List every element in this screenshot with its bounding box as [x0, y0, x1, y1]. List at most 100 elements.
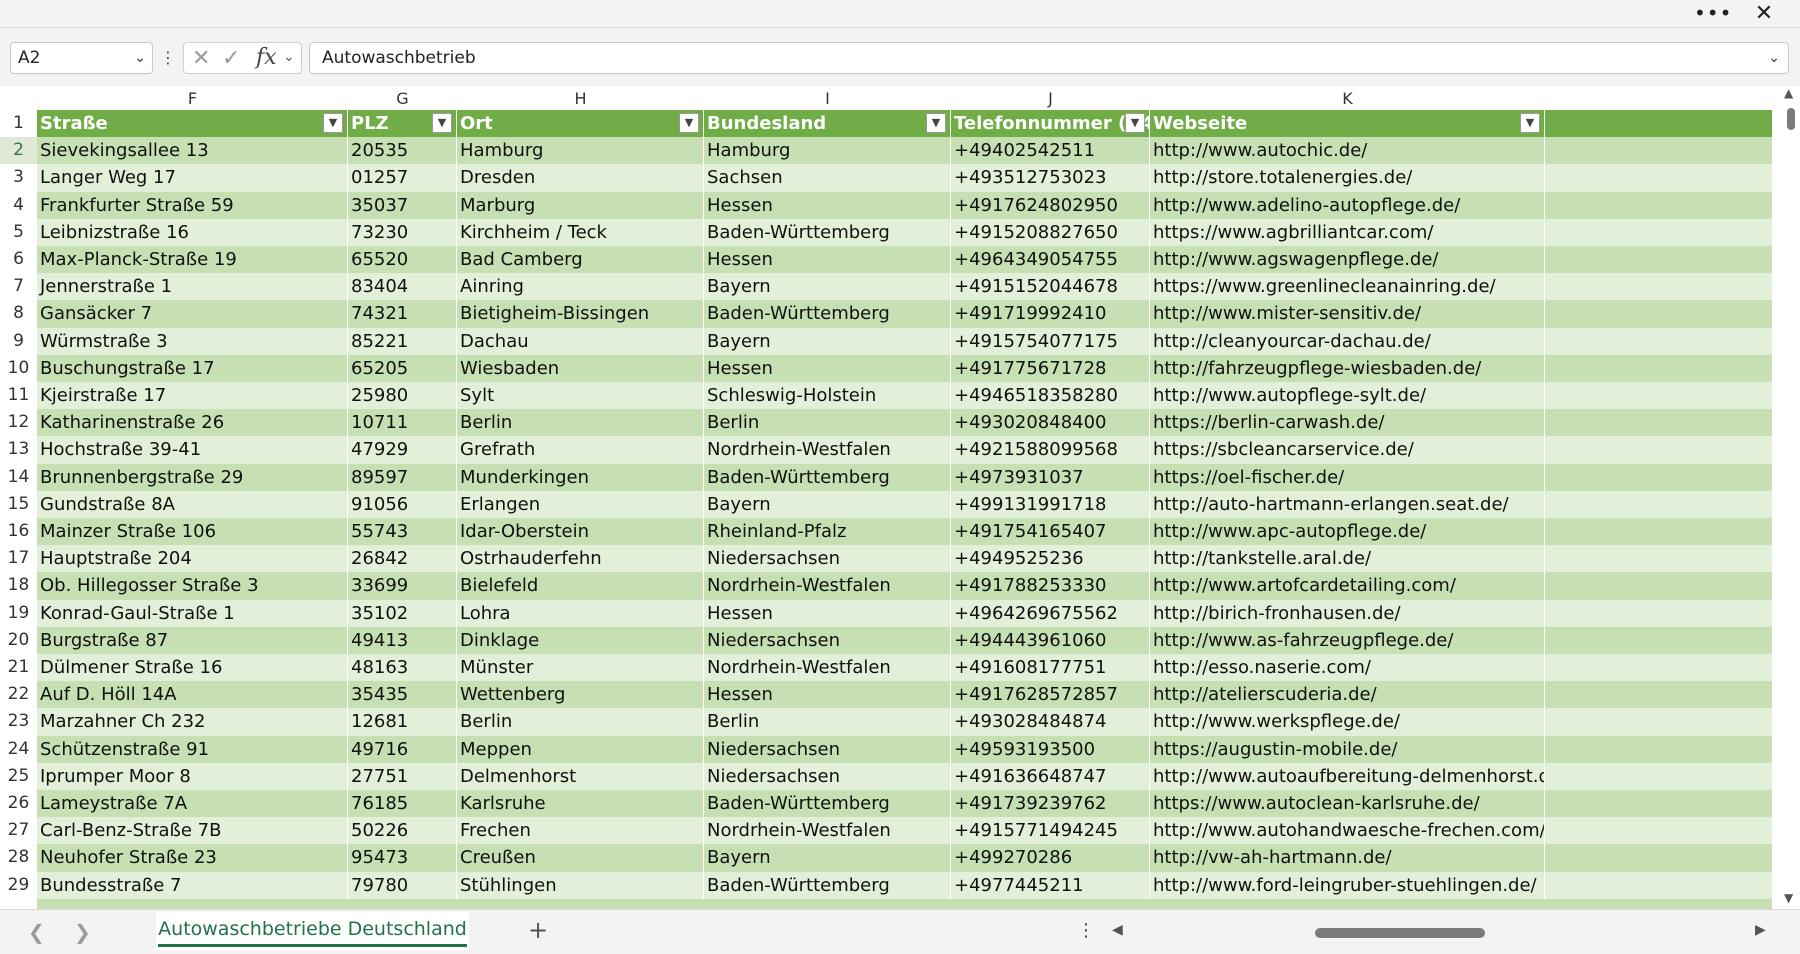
table-cell[interactable]: Marburg [457, 191, 704, 219]
table-cell[interactable]: 35435 [348, 681, 457, 709]
table-cell[interactable]: 27751 [348, 762, 457, 790]
table-cell[interactable]: Nordrhein-Westfalen [704, 817, 951, 845]
column-header-g[interactable]: G [348, 86, 457, 110]
table-cell[interactable]: http://store.totalenergies.de/ [1150, 164, 1545, 192]
table-cell[interactable]: http://birich-fronhausen.de/ [1150, 599, 1545, 627]
row-header[interactable]: 27 [0, 817, 37, 844]
table-cell[interactable]: +4915754077175 [951, 327, 1150, 355]
more-options-icon[interactable]: ••• [1694, 2, 1731, 26]
row-header[interactable]: 25 [0, 763, 37, 790]
table-cell[interactable]: Hessen [704, 599, 951, 627]
table-cell[interactable]: http://atelierscuderia.de/ [1150, 681, 1545, 709]
table-cell[interactable]: Ainring [457, 273, 704, 301]
row-header[interactable]: 7 [0, 273, 37, 300]
table-cell[interactable]: http://www.autoaufbereitung-delmenhorst.… [1150, 762, 1545, 790]
table-cell[interactable]: Hamburg [704, 137, 951, 165]
scroll-up-icon[interactable]: ▲ [1784, 86, 1793, 100]
table-cell[interactable]: http://www.autohandwaesche-frechen.com/ [1150, 817, 1545, 845]
table-cell[interactable]: http://www.adelino-autopflege.de/ [1150, 191, 1545, 219]
table-cell[interactable]: 74321 [348, 300, 457, 328]
table-cell[interactable]: 85221 [348, 327, 457, 355]
table-cell[interactable]: +493512753023 [951, 164, 1150, 192]
table-cell[interactable]: 12681 [348, 708, 457, 736]
table-cell[interactable]: +4964349054755 [951, 246, 1150, 274]
insert-function-icon[interactable]: fx [256, 45, 277, 70]
table-cell[interactable]: Wiesbaden [457, 354, 704, 382]
table-cell[interactable]: 55743 [348, 518, 457, 546]
table-cell[interactable]: https://www.agbrilliantcar.com/ [1150, 218, 1545, 246]
table-cell[interactable]: Berlin [457, 708, 704, 736]
scroll-right-icon[interactable]: ▶ [1755, 922, 1766, 938]
table-header-cell[interactable]: Bundesland ▼ [704, 110, 951, 138]
row-header[interactable]: 8 [0, 300, 37, 327]
table-cell[interactable]: https://www.greenlinecleanainring.de/ [1150, 273, 1545, 301]
table-cell[interactable]: Meppen [457, 735, 704, 763]
filter-dropdown-icon[interactable]: ▼ [1125, 113, 1145, 133]
table-cell[interactable]: Ostrhauderfehn [457, 545, 704, 573]
table-cell[interactable]: Niedersachsen [704, 545, 951, 573]
table-cell[interactable]: Bad Camberg [457, 246, 704, 274]
table-cell[interactable]: http://www.autochic.de/ [1150, 137, 1545, 165]
vertical-scrollbar[interactable]: ▲ ▼ [1780, 86, 1800, 909]
table-cell[interactable]: 65205 [348, 354, 457, 382]
table-cell[interactable]: Stühlingen [457, 871, 704, 899]
table-cell[interactable]: 79780 [348, 871, 457, 899]
table-cell[interactable]: Munderkingen [457, 463, 704, 491]
row-header[interactable]: 2 [0, 137, 37, 165]
table-cell[interactable]: +4977445211 [951, 871, 1150, 899]
chevron-down-icon[interactable]: ⌄ [134, 43, 146, 73]
table-cell[interactable]: Leibnizstraße 16 [37, 218, 348, 246]
table-cell[interactable]: 47929 [348, 436, 457, 464]
table-cell[interactable]: +491719992410 [951, 300, 1150, 328]
table-cell[interactable]: +493028484874 [951, 708, 1150, 736]
table-cell[interactable]: Idar-Oberstein [457, 518, 704, 546]
table-header-cell[interactable]: Straße ▼ [37, 110, 348, 138]
row-header[interactable]: 15 [0, 491, 37, 518]
chevron-down-icon[interactable]: ⌄ [283, 49, 295, 65]
table-cell[interactable]: Bayern [704, 273, 951, 301]
table-cell[interactable]: 65520 [348, 246, 457, 274]
table-cell[interactable]: Buschungstraße 17 [37, 354, 348, 382]
table-cell[interactable]: 01257 [348, 164, 457, 192]
table-cell[interactable]: Bayern [704, 844, 951, 872]
table-cell[interactable]: Hessen [704, 246, 951, 274]
table-cell[interactable]: Sylt [457, 382, 704, 410]
table-cell[interactable]: Delmenhorst [457, 762, 704, 790]
table-header-cell[interactable]: Webseite ▼ [1150, 110, 1545, 138]
table-cell[interactable]: Jennerstraße 1 [37, 273, 348, 301]
table-cell[interactable]: Creußen [457, 844, 704, 872]
row-header[interactable] [0, 899, 37, 909]
table-cell[interactable]: Hessen [704, 681, 951, 709]
row-header[interactable]: 28 [0, 844, 37, 871]
table-cell[interactable]: Sievekingsallee 13 [37, 137, 348, 165]
check-icon[interactable]: ✓ [222, 46, 240, 71]
table-cell[interactable]: Hochstraße 39-41 [37, 436, 348, 464]
formula-input[interactable]: Autowaschbetrieb ⌄ [309, 42, 1789, 74]
table-cell[interactable]: Bundesstraße 7 [37, 871, 348, 899]
row-header[interactable]: 22 [0, 681, 37, 708]
filter-dropdown-icon[interactable]: ▼ [432, 113, 452, 133]
row-header[interactable]: 1 [0, 110, 37, 137]
table-cell[interactable]: Burgstraße 87 [37, 626, 348, 654]
row-header[interactable]: 3 [0, 164, 37, 191]
spreadsheet-grid[interactable]: FGHIJK 1 Straße ▼ PLZ ▼ Ort ▼ Bundesland ▼ Telefo… [0, 86, 1780, 909]
table-cell[interactable]: +4973931037 [951, 463, 1150, 491]
table-cell[interactable]: Karlsruhe [457, 790, 704, 818]
column-header-k[interactable]: K [1150, 86, 1545, 110]
filter-dropdown-icon[interactable]: ▼ [1520, 113, 1540, 133]
row-header[interactable]: 12 [0, 409, 37, 436]
table-cell[interactable]: http://www.artofcardetailing.com/ [1150, 572, 1545, 600]
table-cell[interactable]: 35102 [348, 599, 457, 627]
table-cell[interactable]: Auf D. Höll 14A [37, 681, 348, 709]
vertical-dots-icon[interactable]: ⋮ [1077, 920, 1095, 941]
column-header-j[interactable]: J [951, 86, 1150, 110]
table-cell[interactable]: http://www.ford-leingruber-stuehlingen.d… [1150, 871, 1545, 899]
table-cell[interactable]: Kirchheim / Teck [457, 218, 704, 246]
sheet-tab-active[interactable]: Autowaschbetriebe Deutschland [156, 912, 469, 950]
table-cell[interactable]: +4915208827650 [951, 218, 1150, 246]
table-cell[interactable]: Niedersachsen [704, 762, 951, 790]
row-header[interactable]: 26 [0, 790, 37, 817]
table-cell[interactable]: Gansäcker 7 [37, 300, 348, 328]
table-cell[interactable]: +494443961060 [951, 626, 1150, 654]
table-cell[interactable]: Dülmener Straße 16 [37, 654, 348, 682]
